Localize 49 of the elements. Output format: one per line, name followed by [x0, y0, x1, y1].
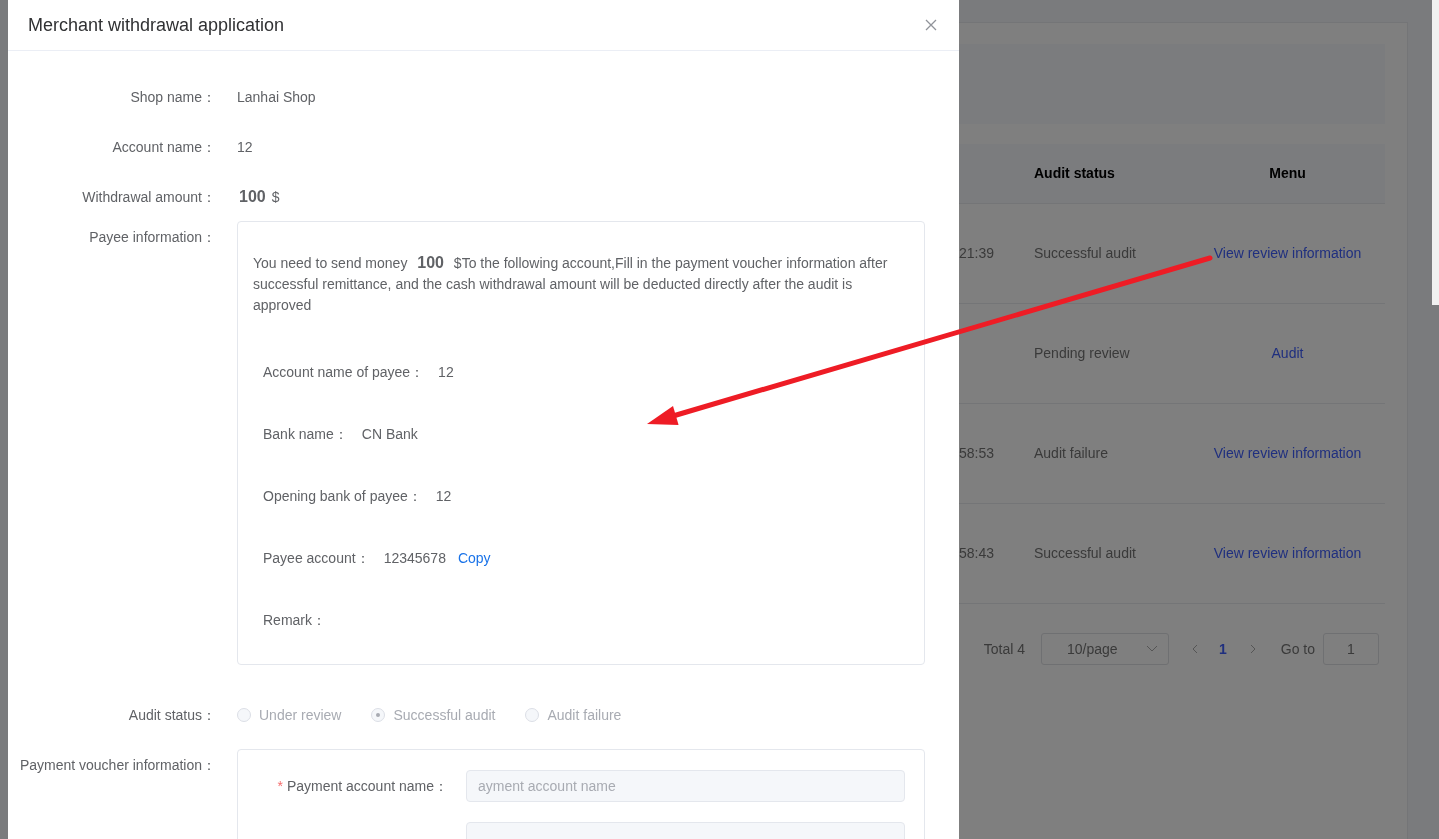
payee-notice: You need to send money 100 $To the following account,Fill in the payment voucher information after successful remittance, and the cash withdrawal amount will be deducted directly after the audit is approved: [253, 253, 889, 315]
next-page-icon[interactable]: [1248, 644, 1257, 654]
goto-input[interactable]: 1: [1323, 633, 1379, 665]
table-cell: 58:53: [959, 445, 995, 461]
radio-label: Under review: [259, 705, 342, 725]
field-value: 12: [237, 137, 253, 157]
table-link[interactable]: Audit: [1271, 343, 1304, 364]
field-label: Withdrawal amount：: [81, 187, 216, 207]
radio-label: Audit failure: [547, 705, 622, 725]
payee-value: CN Bank: [361, 424, 418, 444]
table-link[interactable]: View review information: [1213, 543, 1362, 564]
field-label: Payee information：: [88, 228, 216, 247]
payee-label: Opening bank of payee：: [263, 486, 422, 506]
table-cell: 21:39: [959, 245, 995, 261]
total-count: Total 4: [983, 639, 1025, 659]
table-cell-text: Successful audit: [1034, 544, 1137, 563]
table-cell-text: Audit failure: [1034, 444, 1109, 463]
column-header: Menu: [1268, 164, 1307, 183]
field-label: Shop name：: [129, 87, 216, 107]
voucher-label: Payment account name：: [286, 776, 448, 796]
field-label: Account name：: [111, 137, 216, 157]
field-label: Payment voucher information：: [18, 756, 216, 775]
payee-label: Remark：: [263, 610, 326, 630]
payee-label: Account name of payee：: [263, 362, 425, 382]
table-cell: 58:43: [959, 545, 995, 561]
currency-unit: $: [271, 187, 280, 207]
payee-value: 12345678: [383, 548, 446, 568]
goto-label: Go to: [1280, 639, 1315, 659]
table-cell-text: Pending review: [1034, 344, 1131, 363]
table-link[interactable]: View review information: [1213, 243, 1362, 264]
field-value: Lanhai Shop: [237, 87, 316, 107]
column-header: Audit status: [1034, 164, 1116, 183]
previous-page-icon[interactable]: [1190, 644, 1199, 654]
page-size-select[interactable]: 10/page: [1040, 633, 1169, 665]
dialog-title: Merchant withdrawal application: [28, 13, 285, 37]
payee-value: 12: [435, 486, 452, 506]
field-label: Audit status：: [127, 705, 216, 725]
payee-label: Bank name：: [263, 424, 348, 444]
table-cell-text: Successful audit: [1034, 244, 1137, 263]
page-number[interactable]: 1: [1218, 638, 1227, 660]
copy-link[interactable]: Copy: [457, 547, 491, 569]
required-mark: *: [277, 776, 283, 796]
payee-label: Payee account：: [263, 548, 370, 568]
caret-icon: [1145, 645, 1158, 653]
payee-value: 12: [438, 362, 454, 382]
table-link[interactable]: View review information: [1213, 443, 1362, 464]
radio-label: Successful audit: [393, 705, 496, 725]
amount-value: 100: [239, 187, 266, 207]
close-icon[interactable]: [925, 19, 937, 31]
